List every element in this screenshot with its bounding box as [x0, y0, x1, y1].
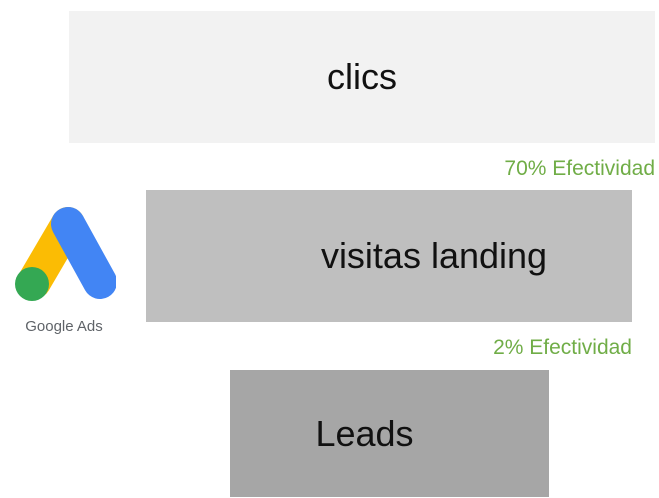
funnel-stage-label: Leads	[315, 412, 414, 454]
google-ads-icon-blue-bar	[51, 207, 116, 299]
google-ads-logo: Google Ads	[8, 206, 120, 342]
funnel-stage-label: clics	[327, 56, 397, 97]
funnel-stage-leads: Leads	[230, 370, 549, 497]
funnel-stage-label: visitas landing	[320, 235, 548, 276]
google-ads-icon	[15, 207, 116, 301]
google-ads-wordmark: Google Ads	[25, 318, 103, 335]
conversion-rate-label: 2% Efectividad	[493, 336, 632, 359]
conversion-rate-label: 70% Efectividad	[504, 157, 655, 180]
funnel-stage-visitas-landing: visitas landing	[146, 190, 632, 322]
funnel-stage-clics: clics	[69, 11, 655, 143]
google-ads-icon-green-dot	[15, 267, 49, 301]
